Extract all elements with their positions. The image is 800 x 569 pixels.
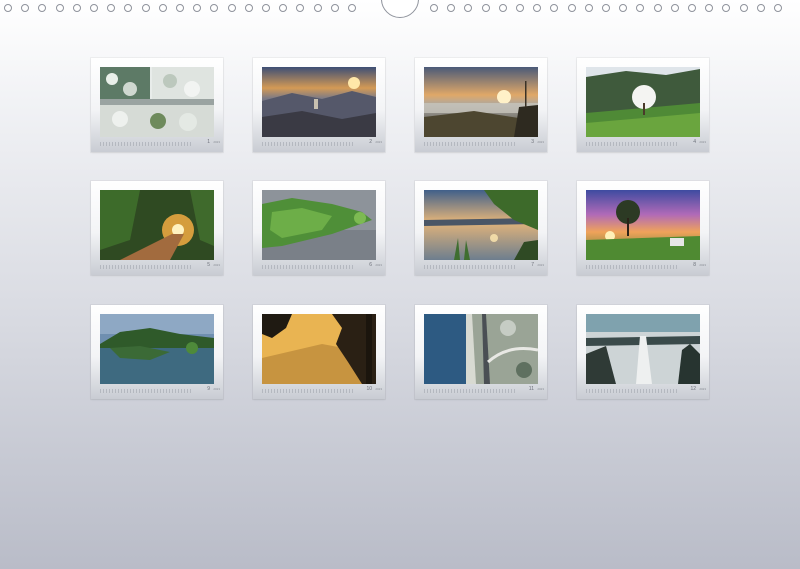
year-label: 2023	[213, 140, 220, 144]
month-card-2[interactable]: 2 2023	[253, 58, 385, 152]
month-photo-11	[424, 314, 538, 384]
year-label: 2023	[375, 387, 382, 391]
month-photo-6	[262, 190, 376, 260]
month-number: 11	[528, 386, 534, 392]
month-photo-12	[586, 314, 700, 384]
month-card-8[interactable]: 8 2023	[577, 181, 709, 275]
year-label: 2023	[375, 263, 382, 267]
year-label: 2023	[213, 263, 220, 267]
day-strip	[100, 142, 192, 146]
day-strip	[424, 142, 516, 146]
month-card-6[interactable]: 6 2023	[253, 181, 385, 275]
year-label: 2023	[537, 387, 544, 391]
month-number: 4	[693, 139, 696, 145]
year-label: 2023	[699, 263, 706, 267]
year-label: 2023	[213, 387, 220, 391]
month-number: 1	[207, 139, 210, 145]
month-card-12[interactable]: 12 2023	[577, 305, 709, 399]
month-photo-7	[424, 190, 538, 260]
year-label: 2023	[699, 387, 706, 391]
month-photo-4	[586, 67, 700, 137]
month-number: 2	[369, 139, 372, 145]
day-strip	[262, 265, 354, 269]
month-grid: 1 2023 2 2023 3 2023 4 2023 5 2023 6 202…	[0, 0, 800, 569]
month-number: 12	[690, 386, 696, 392]
month-number: 9	[207, 386, 210, 392]
day-strip	[262, 142, 354, 146]
month-photo-10	[262, 314, 376, 384]
month-card-7[interactable]: 7 2023	[415, 181, 547, 275]
month-card-10[interactable]: 10 2023	[253, 305, 385, 399]
day-strip	[586, 265, 678, 269]
year-label: 2023	[375, 140, 382, 144]
year-label: 2023	[699, 140, 706, 144]
day-strip	[424, 389, 516, 393]
day-strip	[424, 265, 516, 269]
month-card-4[interactable]: 4 2023	[577, 58, 709, 152]
month-photo-1	[100, 67, 214, 137]
day-strip	[100, 389, 192, 393]
day-strip	[586, 142, 678, 146]
month-photo-5	[100, 190, 214, 260]
month-photo-9	[100, 314, 214, 384]
month-photo-3	[424, 67, 538, 137]
month-photo-2	[262, 67, 376, 137]
day-strip	[100, 265, 192, 269]
month-card-1[interactable]: 1 2023	[91, 58, 223, 152]
month-card-11[interactable]: 11 2023	[415, 305, 547, 399]
day-strip	[262, 389, 354, 393]
month-number: 5	[207, 262, 210, 268]
day-strip	[586, 389, 678, 393]
month-number: 8	[693, 262, 696, 268]
month-card-5[interactable]: 5 2023	[91, 181, 223, 275]
year-label: 2023	[537, 140, 544, 144]
month-number: 3	[531, 139, 534, 145]
month-number: 6	[369, 262, 372, 268]
year-label: 2023	[537, 263, 544, 267]
month-photo-8	[586, 190, 700, 260]
month-number: 10	[366, 386, 372, 392]
month-card-3[interactable]: 3 2023	[415, 58, 547, 152]
month-card-9[interactable]: 9 2023	[91, 305, 223, 399]
month-number: 7	[531, 262, 534, 268]
